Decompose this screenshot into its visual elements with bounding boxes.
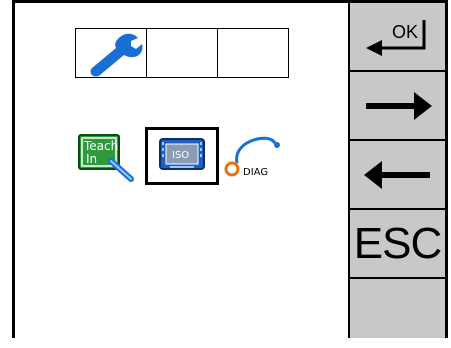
menu-item-settings[interactable] [75, 28, 147, 78]
terminal-screen: Teach In ISO DIAG OK ESC [12, 0, 448, 338]
menu-row-1 [75, 28, 289, 78]
menu-item-empty-1 [146, 28, 218, 78]
enter-ok-icon: OK [365, 19, 425, 56]
arrow-right-icon [365, 91, 432, 120]
arrow-left-icon [363, 160, 430, 189]
softkey-right[interactable] [350, 72, 445, 141]
esc-label: ESC [353, 218, 442, 268]
diag-stethoscope-icon: DIAG [224, 136, 280, 178]
softkey-esc[interactable]: ESC [350, 210, 445, 279]
menu-item-diag[interactable]: DIAG [217, 127, 289, 183]
menu-item-teach-in[interactable]: Teach In [75, 127, 147, 183]
selection-highlight [145, 127, 219, 185]
diag-text: DIAG [243, 167, 268, 178]
softkey-left[interactable] [350, 141, 445, 210]
wrench-icon [90, 33, 143, 77]
softkey-bar: OK ESC [348, 3, 445, 338]
ok-label: OK [392, 22, 418, 42]
teach-text-line2: In [86, 152, 97, 166]
menu-item-empty-2 [217, 28, 289, 78]
main-menu-area: Teach In ISO DIAG [15, 3, 348, 338]
teach-in-icon: Teach In [78, 134, 134, 182]
teach-text-line1: Teach [83, 139, 118, 153]
softkey-ok[interactable]: OK [350, 3, 445, 72]
